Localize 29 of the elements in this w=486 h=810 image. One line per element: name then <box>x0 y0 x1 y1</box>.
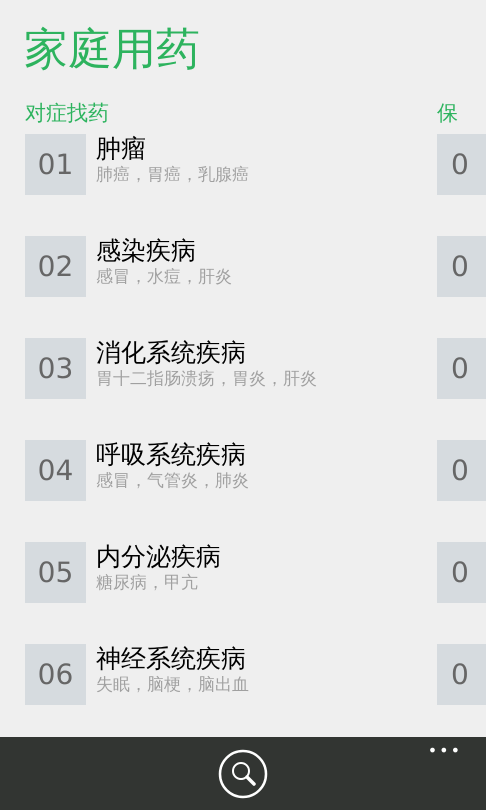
number-tile[interactable]: 0 <box>437 338 486 399</box>
section-header[interactable]: 保 <box>437 100 486 126</box>
category-name[interactable]: 内分泌疾病 <box>96 542 221 572</box>
category-name[interactable]: 神经系统疾病 <box>96 644 249 674</box>
category-name[interactable]: 呼吸系统疾病 <box>96 440 249 470</box>
number-tile[interactable]: 02 <box>25 236 86 297</box>
category-name[interactable]: 消化系统疾病 <box>96 338 317 368</box>
number-tile[interactable]: 0 <box>437 134 486 195</box>
number-tile[interactable]: 01 <box>25 134 86 195</box>
category-examples: 肺癌，胃癌，乳腺癌 <box>96 164 249 186</box>
number-tile[interactable]: 0 <box>437 236 486 297</box>
more-button[interactable]: ••• <box>428 739 462 763</box>
category-name[interactable]: 肿瘤 <box>96 134 249 164</box>
category-examples: 胃十二指肠溃疡，胃炎，肝炎 <box>96 368 317 390</box>
number-tile[interactable]: 03 <box>25 338 86 399</box>
category-examples: 感冒，气管炎，肺炎 <box>96 470 249 492</box>
number-tile[interactable]: 0 <box>437 542 486 603</box>
category-name[interactable]: 感染疾病 <box>96 236 232 266</box>
category-examples: 失眠，脑梗，脑出血 <box>96 674 249 696</box>
number-tile[interactable]: 0 <box>437 440 486 501</box>
search-icon[interactable] <box>218 748 268 798</box>
number-tile[interactable]: 06 <box>25 644 86 705</box>
number-tile[interactable]: 0 <box>437 644 486 705</box>
number-tile[interactable]: 05 <box>25 542 86 603</box>
section-header[interactable]: 对症找药 <box>25 100 437 126</box>
category-examples: 感冒，水痘，肝炎 <box>96 266 232 288</box>
app-title: 家庭用药 <box>24 28 201 72</box>
number-tile[interactable]: 04 <box>25 440 86 501</box>
category-examples: 糖尿病，甲亢 <box>96 572 199 594</box>
